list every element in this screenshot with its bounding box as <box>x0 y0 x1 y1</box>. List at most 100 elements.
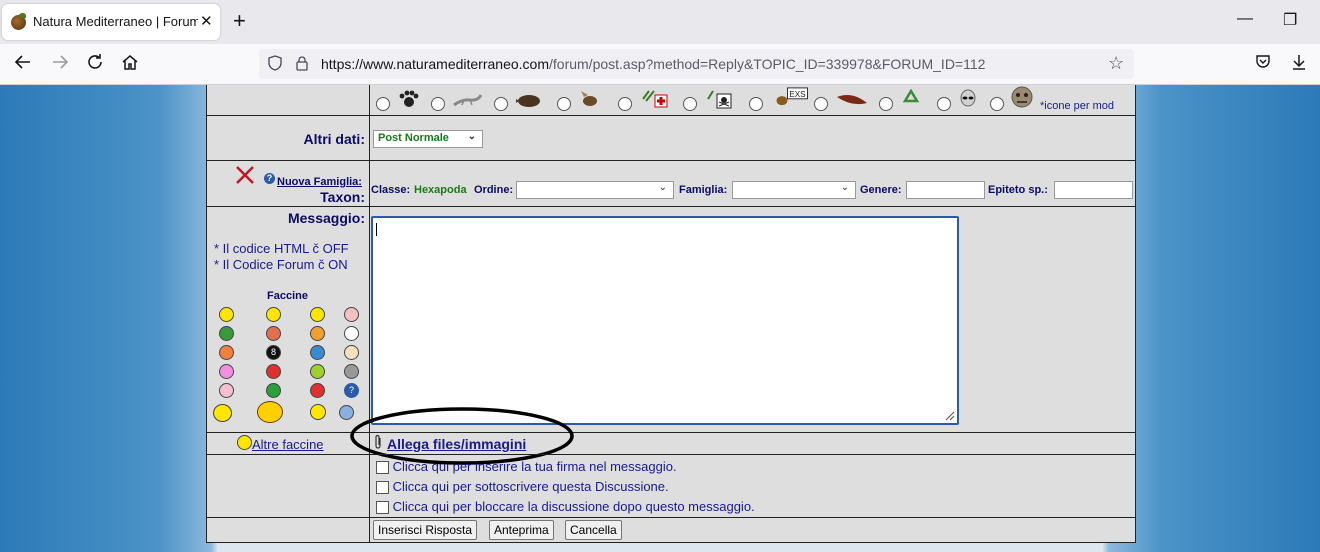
restore-icon[interactable]: ❐ <box>1283 10 1297 30</box>
icon-radio[interactable] <box>557 97 571 111</box>
icon-radio[interactable] <box>494 97 508 111</box>
reload-icon[interactable] <box>86 53 104 76</box>
tongue-icon[interactable] <box>310 364 325 379</box>
icon-radio[interactable] <box>814 97 828 111</box>
sleepy-icon[interactable] <box>344 364 359 379</box>
forward-icon[interactable] <box>51 53 69 76</box>
icon-options: EXS *icone per mod <box>376 85 1136 115</box>
shock-icon[interactable] <box>310 326 325 341</box>
evil-icon[interactable] <box>266 364 281 379</box>
resize-handle-icon[interactable] <box>943 409 955 421</box>
message-textarea[interactable] <box>371 216 959 425</box>
home-icon[interactable] <box>121 53 139 76</box>
shout-icon[interactable] <box>257 401 283 423</box>
approve-icon[interactable] <box>266 383 281 398</box>
smile-icon[interactable] <box>219 307 234 322</box>
anteprima-button[interactable]: Anteprima <box>489 520 554 540</box>
sottoscrivi-checkbox[interactable] <box>376 481 389 495</box>
clown-icon[interactable] <box>219 345 234 360</box>
inserisci-risposta-button[interactable]: Inserisci Risposta <box>373 520 478 540</box>
bookmark-star-icon[interactable]: ☆ <box>1108 53 1124 74</box>
question-icon[interactable]: ? <box>344 383 359 398</box>
alien-icon <box>960 89 976 107</box>
classe-value: Hexapoda <box>414 184 467 196</box>
attach-row: Altre faccine Allega files/immagini <box>207 407 1135 465</box>
chevron-down-icon: ⌄ <box>467 131 476 142</box>
blocca-checkbox[interactable] <box>376 501 389 515</box>
browser-tab[interactable]: Natura Mediterraneo | Forum N ✕ <box>2 4 220 40</box>
eight-ball-icon[interactable]: 8 <box>266 345 281 360</box>
big-smile-icon[interactable] <box>266 307 281 322</box>
text-cursor <box>376 223 377 236</box>
genere-input[interactable] <box>906 181 985 199</box>
icon-row-label-cell <box>207 85 370 115</box>
famiglia-select[interactable]: ⌄ <box>732 181 856 199</box>
help-icon[interactable]: ? <box>264 173 275 184</box>
lock-icon[interactable] <box>295 55 309 74</box>
dance-icon[interactable] <box>213 404 232 422</box>
save-to-pocket-icon[interactable] <box>1254 53 1272 76</box>
tab-title: Natura Mediterraneo | Forum N <box>33 14 198 29</box>
classe-label: Classe: <box>371 184 411 196</box>
messaggio-label-cell: Messaggio: * Il codice HTML č OFF * Il C… <box>207 207 370 432</box>
kisses-icon[interactable] <box>219 364 234 379</box>
moderator-icon <box>1011 86 1033 108</box>
wink-icon[interactable] <box>219 383 234 398</box>
minimize-icon[interactable]: — <box>1237 10 1253 28</box>
poison-icon <box>707 90 732 109</box>
cool-icon[interactable] <box>310 307 325 322</box>
page-background: EXS *icone per mod Altri dati: Post Norm… <box>0 85 1320 552</box>
blocca-option[interactable]: Clicca qui per bloccare la discussione d… <box>376 499 755 515</box>
icon-radio[interactable] <box>618 97 632 111</box>
sick-icon[interactable] <box>219 326 234 341</box>
downloads-icon[interactable] <box>1290 53 1308 76</box>
tab-close-icon[interactable]: ✕ <box>200 12 213 30</box>
nuova-famiglia-link[interactable]: Nuova Famiglia: <box>277 176 362 188</box>
messaggio-label: Messaggio: <box>287 210 365 226</box>
altri-dati-row: Altri dati: Post Normale ⌄ <box>207 115 1135 160</box>
epiteto-input[interactable] <box>1054 181 1133 199</box>
exs-icon: EXS <box>776 87 808 106</box>
blocca-label: Clicca qui per bloccare la discussione d… <box>392 499 755 514</box>
chevron-down-icon: ⌄ <box>658 182 667 193</box>
back-icon[interactable] <box>14 53 32 76</box>
icon-radio[interactable] <box>879 97 893 111</box>
icon-radio[interactable] <box>376 97 390 111</box>
icon-radio[interactable] <box>749 97 763 111</box>
taxon-label-cell: ? Nuova Famiglia: Taxon: <box>207 161 370 206</box>
new-tab-icon[interactable]: + <box>233 8 246 34</box>
icon-radio[interactable] <box>431 97 445 111</box>
disapprove-icon[interactable] <box>310 383 325 398</box>
sottoscrivi-option[interactable]: Clicca qui per sottoscrivere questa Disc… <box>376 479 669 495</box>
ordine-select[interactable]: ⌄ <box>516 181 674 199</box>
svg-text:EXS: EXS <box>789 90 806 99</box>
post-type-select[interactable]: Post Normale ⌄ <box>373 130 483 148</box>
close-x-icon[interactable] <box>234 164 256 186</box>
sottoscrivi-label: Clicca qui per sottoscrivere questa Disc… <box>392 479 669 494</box>
cancella-button[interactable]: Cancella <box>565 520 622 540</box>
site-favicon-icon <box>11 13 26 30</box>
blush-icon[interactable] <box>344 307 359 322</box>
url-text[interactable]: https://www.naturamediterraneo.com/forum… <box>321 56 985 72</box>
taxon-row: ? Nuova Famiglia: Taxon: Classe: Hexapod… <box>207 160 1135 206</box>
icon-radio[interactable] <box>937 97 951 111</box>
firma-option[interactable]: Clicca qui per inserire la tua firma nel… <box>376 459 677 475</box>
sad-icon[interactable] <box>310 345 325 360</box>
firma-label: Clicca qui per inserire la tua firma nel… <box>392 459 677 474</box>
paw-icon <box>399 90 419 107</box>
icon-radio[interactable] <box>990 97 1004 111</box>
html-code-note: * Il codice HTML č OFF <box>214 241 349 256</box>
shield-icon[interactable] <box>268 55 282 74</box>
mole-icon <box>516 95 540 107</box>
firma-checkbox[interactable] <box>376 461 389 475</box>
altre-faccine-link[interactable]: Altre faccine <box>252 437 324 452</box>
angry-icon[interactable] <box>266 326 281 341</box>
shy-icon[interactable] <box>344 345 359 360</box>
address-bar[interactable]: https://www.naturamediterraneo.com/forum… <box>259 49 1134 79</box>
forum-code-note: * Il Codice Forum č ON <box>214 257 348 272</box>
taxon-fields: Classe: Hexapoda Ordine: ⌄ Famiglia: ⌄ G… <box>371 181 1135 201</box>
skull-icon[interactable] <box>344 326 359 341</box>
seed-pod-icon <box>837 95 867 105</box>
clap-icon[interactable] <box>310 404 326 420</box>
icon-radio[interactable] <box>683 97 697 111</box>
